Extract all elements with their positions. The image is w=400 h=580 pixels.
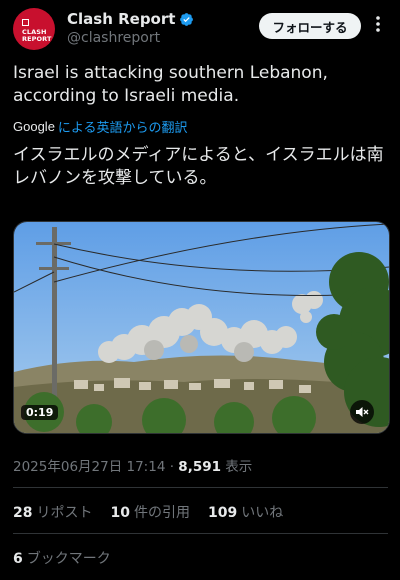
views-count: 8,591	[178, 459, 221, 475]
divider	[13, 487, 388, 488]
more-options-icon[interactable]	[368, 14, 388, 34]
bookmarks-label: ブックマーク	[26, 551, 111, 567]
verified-badge-icon	[180, 12, 194, 26]
translation-link[interactable]: による英語からの翻訳	[58, 117, 188, 136]
reposts-stat[interactable]: 28 リポスト	[13, 502, 92, 522]
bookmarks-count: 6	[13, 551, 23, 567]
google-logo: Google	[13, 119, 55, 134]
bookmarks-stat[interactable]: 6 ブックマーク	[13, 548, 111, 568]
reposts-count: 28	[13, 505, 33, 521]
clash-report-logo: CLASH REPORT	[22, 19, 51, 43]
video-player[interactable]	[13, 221, 390, 434]
speaker-muted-icon	[356, 407, 369, 417]
avatar-text-line2: REPORT	[22, 35, 52, 43]
tweet-header: CLASH REPORT Clash Report @clashreport フ…	[0, 0, 400, 56]
quotes-count: 10	[110, 505, 130, 521]
timestamp-text[interactable]: 2025年06月27日 17:14 ·	[13, 459, 178, 475]
display-name[interactable]: Clash Report	[67, 10, 175, 28]
follow-button[interactable]: フォローする	[259, 13, 361, 39]
tweet-timestamp[interactable]: 2025年06月27日 17:14 · 8,591 表示	[13, 455, 252, 475]
likes-count: 109	[207, 505, 238, 521]
video-duration: 0:19	[21, 405, 59, 420]
reposts-label: リポスト	[36, 505, 93, 521]
quotes-label: 件の引用	[133, 505, 190, 521]
tweet-text: Israel is attacking southern Lebanon, ac…	[13, 63, 328, 106]
translated-text: イスラエルのメディアによると、イスラエルは南レバノンを攻撃している。	[13, 145, 384, 188]
translation-notice[interactable]: Google による英語からの翻訳	[13, 117, 188, 136]
divider	[13, 533, 388, 534]
mute-button[interactable]	[350, 400, 374, 424]
quotes-stat[interactable]: 10 件の引用	[110, 502, 189, 522]
author-name-row[interactable]: Clash Report	[67, 10, 194, 28]
author-handle[interactable]: @clashreport	[67, 30, 160, 46]
likes-label: いいね	[241, 505, 284, 521]
avatar[interactable]: CLASH REPORT	[13, 8, 55, 50]
video-frame	[14, 222, 389, 433]
likes-stat[interactable]: 109 いいね	[208, 502, 283, 522]
engagement-stats: 28 リポスト 10 件の引用 109 いいね	[13, 502, 301, 522]
views-label: 表示	[221, 459, 253, 475]
